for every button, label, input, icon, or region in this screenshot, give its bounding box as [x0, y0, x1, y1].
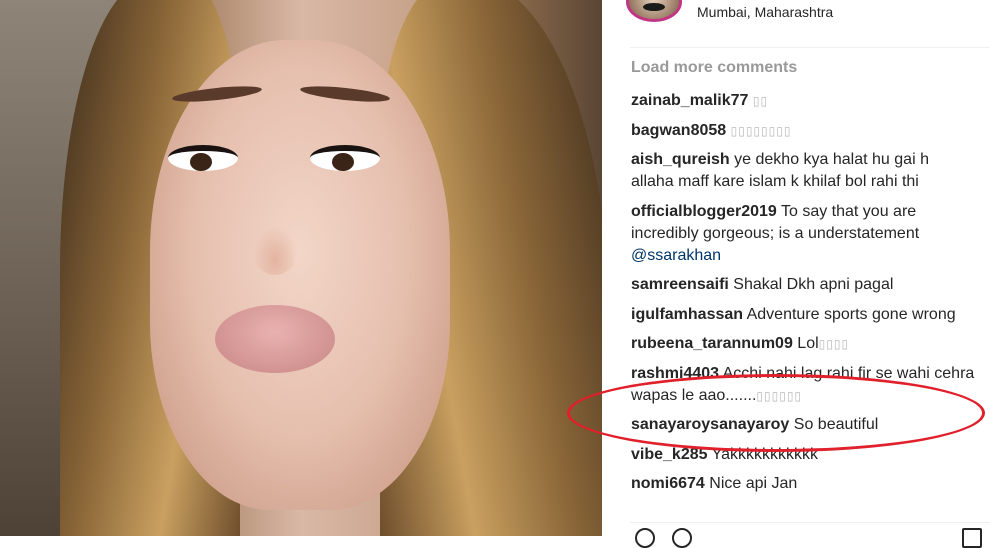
- comment-username[interactable]: igulfamhassan: [631, 306, 743, 323]
- comment-text: Nice api Jan: [709, 475, 798, 492]
- comment-username[interactable]: rubeena_tarannum09: [631, 335, 793, 352]
- comment-item: officialblogger2019 To say that you are …: [631, 201, 976, 267]
- comment-item: bagwan8058 ▯▯▯▯▯▯▯▯: [631, 120, 976, 142]
- avatar-mustache-icon: [643, 3, 665, 11]
- comment-item: rubeena_tarannum09 Lol▯▯▯▯: [631, 333, 976, 355]
- comment-username[interactable]: zainab_malik77: [631, 92, 748, 109]
- comment-emoji: ▯▯▯▯: [818, 337, 850, 351]
- comment-username[interactable]: aish_qureish: [631, 151, 730, 168]
- post-header: Mumbai, Maharashtra: [602, 0, 990, 40]
- comment-mention-link[interactable]: @ssarakhan: [631, 247, 721, 264]
- post-location[interactable]: Mumbai, Maharashtra: [697, 4, 833, 20]
- comment-emoji: ▯▯: [752, 94, 769, 108]
- comment-text: Shakal Dkh apni pagal: [733, 276, 894, 293]
- lips: [215, 305, 335, 373]
- post-side-panel: Mumbai, Maharashtra Load more comments z…: [602, 0, 990, 536]
- comment-item: nomi6674 Nice api Jan: [631, 473, 976, 495]
- comment-item: samreensaifi Shakal Dkh apni pagal: [631, 274, 976, 296]
- avatar[interactable]: [626, 0, 682, 22]
- post-photo[interactable]: [0, 0, 602, 536]
- nose: [252, 225, 298, 275]
- comment-text: Adventure sports gone wrong: [746, 305, 956, 323]
- comment-username[interactable]: bagwan8058: [631, 122, 726, 139]
- comment-item: igulfamhassan Adventure sports gone wron…: [631, 304, 976, 326]
- comment-username[interactable]: nomi6674: [631, 475, 705, 492]
- right-eye: [310, 145, 380, 171]
- red-circle-annotation: [567, 374, 985, 452]
- header-divider: [630, 47, 990, 48]
- actions-divider: [630, 522, 990, 523]
- left-eye: [168, 145, 238, 171]
- comment-text: Lol: [797, 335, 819, 352]
- comment-item: zainab_malik77 ▯▯: [631, 90, 976, 112]
- comment-item: aish_qureish ye dekho kya halat hu gai h…: [631, 149, 976, 193]
- face: [150, 40, 450, 510]
- like-heart-icon[interactable]: [635, 528, 655, 548]
- comment-username[interactable]: samreensaifi: [631, 276, 729, 293]
- comment-username[interactable]: officialblogger2019: [631, 203, 777, 220]
- load-more-comments-button[interactable]: Load more comments: [631, 59, 797, 77]
- comment-bubble-icon[interactable]: [672, 528, 692, 548]
- comment-emoji: ▯▯▯▯▯▯▯▯: [730, 123, 792, 138]
- save-bookmark-icon[interactable]: [962, 528, 982, 548]
